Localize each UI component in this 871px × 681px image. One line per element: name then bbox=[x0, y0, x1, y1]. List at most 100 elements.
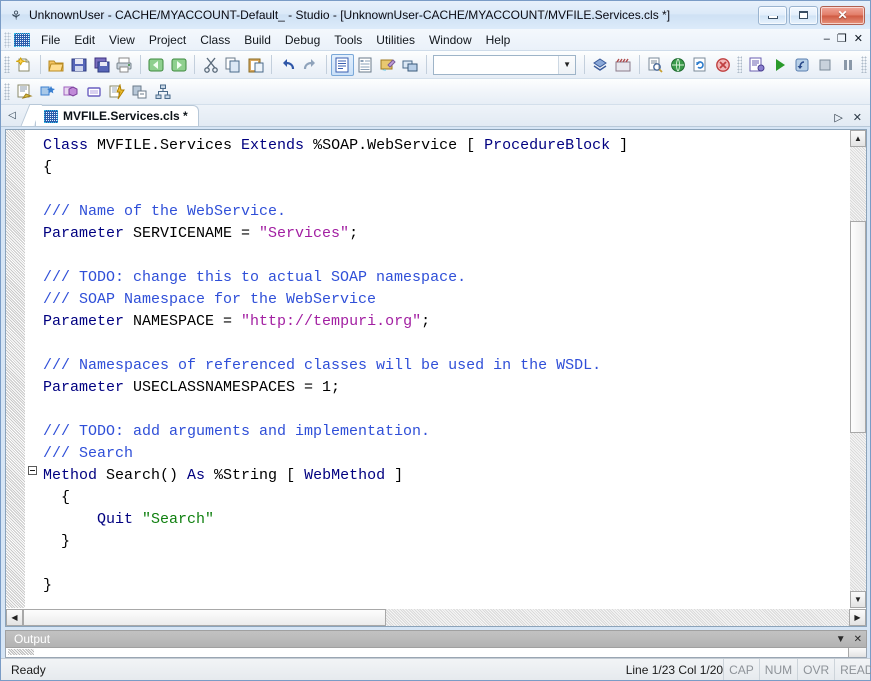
compile-all-button[interactable] bbox=[612, 54, 635, 76]
class-hierarchy-button[interactable] bbox=[151, 81, 174, 103]
vscroll-thumb[interactable] bbox=[850, 221, 866, 433]
code-text[interactable]: Class MVFILE.Services Extends %SOAP.WebS… bbox=[40, 130, 849, 608]
menu-item-debug[interactable]: Debug bbox=[278, 31, 327, 49]
hscroll-thumb[interactable] bbox=[23, 609, 386, 626]
code-line: Parameter USECLASSNAMESPACES = 1; bbox=[43, 377, 849, 399]
compile-button[interactable] bbox=[589, 54, 612, 76]
copy-button[interactable] bbox=[222, 54, 245, 76]
editor-gutter[interactable] bbox=[6, 130, 26, 608]
code-token: [ bbox=[277, 467, 305, 484]
menu-item-tools[interactable]: Tools bbox=[327, 31, 369, 49]
mdi-close-button[interactable]: ✕ bbox=[854, 34, 863, 45]
code-token: %SOAP.WebService bbox=[313, 137, 458, 154]
menu-item-class[interactable]: Class bbox=[193, 31, 237, 49]
view-inspector-button[interactable] bbox=[354, 54, 377, 76]
view-web-page-button[interactable] bbox=[666, 54, 689, 76]
paste-button[interactable] bbox=[245, 54, 268, 76]
code-token: ] bbox=[610, 137, 629, 154]
triangle-left-icon[interactable]: ◁ bbox=[1, 105, 23, 126]
save-button[interactable] bbox=[67, 54, 90, 76]
fold-toggle-method[interactable] bbox=[28, 466, 37, 475]
menu-item-edit[interactable]: Edit bbox=[67, 31, 102, 49]
class-file-icon bbox=[44, 109, 58, 123]
code-line: } bbox=[43, 575, 849, 597]
scroll-right-button[interactable]: ▶ bbox=[849, 609, 866, 626]
close-button[interactable]: ✕ bbox=[820, 5, 865, 25]
scroll-up-button[interactable]: ▲ bbox=[850, 130, 866, 147]
find-in-files-button[interactable] bbox=[644, 54, 667, 76]
minimize-button[interactable] bbox=[758, 5, 787, 25]
scroll-left-button[interactable]: ◀ bbox=[6, 609, 23, 626]
new-query-button[interactable] bbox=[105, 81, 128, 103]
toolbar-separator bbox=[39, 55, 41, 74]
menu-item-view[interactable]: View bbox=[102, 31, 142, 49]
menu-item-file[interactable]: File bbox=[34, 31, 67, 49]
code-token: ] bbox=[385, 467, 404, 484]
editor-vertical-scrollbar[interactable]: ▲ ▼ bbox=[849, 130, 866, 608]
window-controls: ✕ bbox=[758, 5, 868, 25]
menu-item-build[interactable]: Build bbox=[237, 31, 278, 49]
mdi-minimize-button[interactable]: – bbox=[824, 34, 830, 45]
stop-button[interactable] bbox=[712, 54, 735, 76]
toolbar-grip[interactable] bbox=[4, 56, 10, 73]
view-layout-button[interactable] bbox=[399, 54, 422, 76]
stop-debug-button[interactable] bbox=[814, 54, 837, 76]
output-menu-icon[interactable]: ▼ bbox=[836, 634, 846, 645]
menu-item-window[interactable]: Window bbox=[422, 31, 479, 49]
chevron-down-icon[interactable]: ▼ bbox=[558, 55, 576, 74]
back-button[interactable] bbox=[145, 54, 168, 76]
debug-target-button[interactable] bbox=[745, 54, 768, 76]
save-all-button[interactable] bbox=[90, 54, 113, 76]
toolbar-end-grip[interactable] bbox=[861, 56, 868, 73]
output-body[interactable] bbox=[5, 648, 867, 658]
debug-toolbar-grip[interactable] bbox=[736, 56, 743, 73]
code-token: "http://tempuri.org" bbox=[241, 313, 422, 330]
menubar-grip[interactable] bbox=[4, 31, 11, 48]
hscroll-track[interactable] bbox=[386, 609, 849, 626]
new-index-button[interactable] bbox=[128, 81, 151, 103]
print-button[interactable] bbox=[113, 54, 136, 76]
new-file-button[interactable] bbox=[13, 54, 36, 76]
tab-close-icon[interactable]: ✕ bbox=[853, 111, 862, 124]
new-parameter-button[interactable] bbox=[82, 81, 105, 103]
open-file-button[interactable] bbox=[45, 54, 68, 76]
restore-button[interactable] bbox=[789, 5, 818, 25]
run-button[interactable] bbox=[768, 54, 791, 76]
refresh-button[interactable] bbox=[689, 54, 712, 76]
vscroll-track[interactable] bbox=[850, 147, 866, 591]
class-member-combo[interactable]: ▼ bbox=[432, 54, 577, 75]
class-toolbar-grip[interactable] bbox=[4, 83, 10, 100]
new-property-button[interactable] bbox=[36, 81, 59, 103]
menu-item-help[interactable]: Help bbox=[479, 31, 518, 49]
code-token: { bbox=[43, 489, 71, 506]
new-method-button[interactable] bbox=[59, 81, 82, 103]
output-scroll-corner[interactable] bbox=[848, 648, 866, 657]
step-into-button[interactable] bbox=[791, 54, 814, 76]
cursor-position: Line 1/23 Col 1/20 bbox=[625, 662, 724, 677]
menu-item-project[interactable]: Project bbox=[142, 31, 193, 49]
triangle-right-icon[interactable]: ▷ bbox=[834, 111, 842, 124]
mdi-restore-button[interactable]: ❐ bbox=[837, 34, 847, 45]
tab-mvfile-services-cls[interactable]: MVFILE.Services.cls * bbox=[35, 105, 199, 126]
scroll-down-button[interactable]: ▼ bbox=[850, 591, 866, 608]
code-token: As bbox=[187, 467, 215, 484]
class-wizard-button[interactable] bbox=[13, 81, 36, 103]
view-source-button[interactable] bbox=[330, 53, 354, 76]
menu-bar: File Edit View Project Class Build Debug… bbox=[1, 29, 870, 51]
redo-button[interactable] bbox=[299, 54, 322, 76]
status-badge-cap: CAP bbox=[723, 659, 759, 680]
output-resize-grip[interactable] bbox=[8, 649, 34, 655]
view-palette-button[interactable] bbox=[376, 54, 399, 76]
title-bar: ⚘ UnknownUser - CACHE/MYACCOUNT-Default_… bbox=[1, 1, 870, 29]
editor-horizontal-scrollbar[interactable]: ◀ ▶ bbox=[6, 608, 866, 626]
toolbar-separator bbox=[325, 55, 327, 74]
menu-item-utilities[interactable]: Utilities bbox=[369, 31, 422, 49]
forward-button[interactable] bbox=[167, 54, 190, 76]
pause-button[interactable] bbox=[836, 54, 859, 76]
undo-button[interactable] bbox=[276, 54, 299, 76]
cut-button[interactable] bbox=[199, 54, 222, 76]
output-close-icon[interactable]: ✕ bbox=[854, 634, 862, 645]
